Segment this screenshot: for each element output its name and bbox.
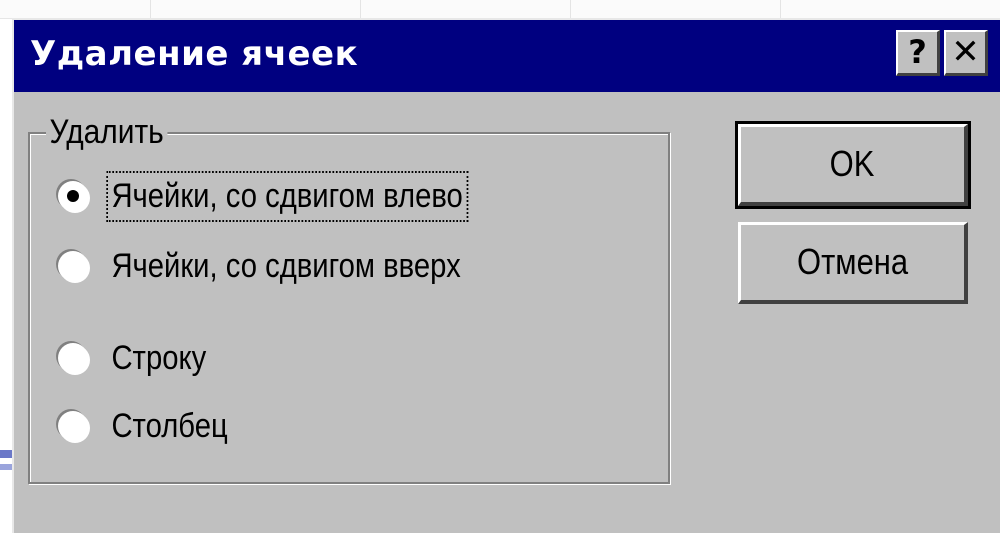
ok-button[interactable]: OK [735,121,971,209]
cancel-button-label: Отмена [796,241,909,282]
screen: Удаление ячеек ? ✕ Удалить Ячейки, со сд… [0,0,1000,533]
ok-button-label: OK [830,143,875,184]
cancel-button[interactable]: Отмена [738,222,968,304]
radio-unchecked-icon[interactable] [58,343,88,373]
dialog-titlebar[interactable]: Удаление ячеек ? ✕ [14,20,1000,92]
radio-unchecked-icon[interactable] [58,251,88,281]
radio-unchecked-icon[interactable] [58,411,88,441]
radio-shift-left[interactable]: Ячейки, со сдвигом влево [58,168,525,224]
radio-entire-row[interactable]: Строку [58,330,226,386]
radio-label-shift-up: Ячейки, со сдвигом вверх [111,246,461,285]
radio-entire-column[interactable]: Столбец [58,398,251,454]
help-icon: ? [908,33,927,71]
radio-label-entire-row: Строку [111,338,207,377]
radio-label-entire-column: Столбец [111,406,228,445]
radio-checked-icon[interactable] [58,181,88,211]
close-icon: ✕ [951,32,980,72]
help-button[interactable]: ? [896,30,940,76]
background-spreadsheet-header [0,0,1000,19]
radio-shift-up[interactable]: Ячейки, со сдвигом вверх [58,238,522,294]
close-button[interactable]: ✕ [944,30,988,76]
dialog-title: Удаление ячеек [30,34,359,74]
radio-label-shift-left: Ячейки, со сдвигом влево [106,170,468,222]
group-legend: Удалить [46,112,168,152]
